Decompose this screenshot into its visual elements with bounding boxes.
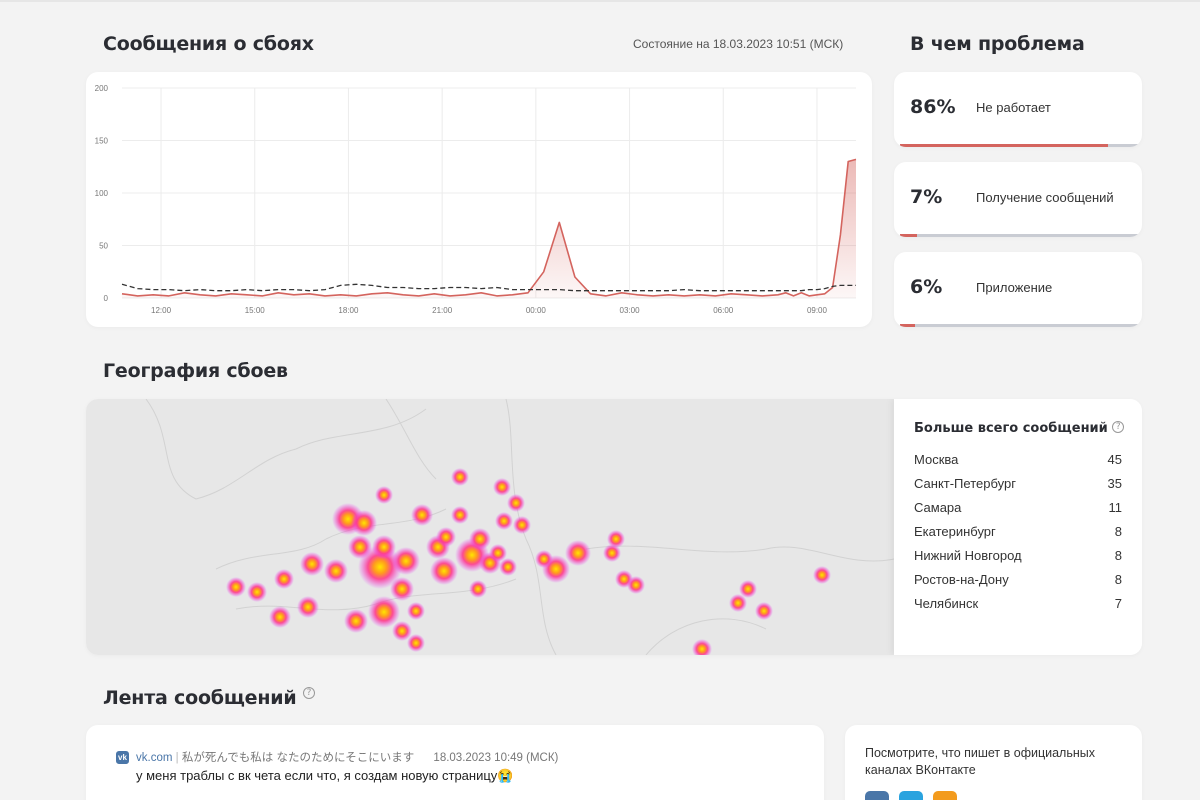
- reports-chart-svg: 0 50 100 150 200 12:00 15:00 18:00 21:00 00:00 03:…: [95, 84, 857, 315]
- feed-title-text: Лента сообщений: [103, 687, 297, 709]
- problem-label: Приложение: [976, 280, 1053, 295]
- feed-item-author[interactable]: 私が死んでも私は なたのためにそこにいます: [182, 752, 414, 764]
- heatmap-svg: [145, 399, 895, 655]
- city-count: 45: [1107, 452, 1122, 467]
- y-tick-label: 50: [99, 242, 108, 251]
- problem-bar-fill: [900, 324, 915, 327]
- x-tick-label: 12:00: [151, 306, 172, 315]
- city-name: Москва: [914, 452, 959, 467]
- x-tick-label: 00:00: [526, 306, 547, 315]
- problem-percent: 6%: [910, 276, 943, 298]
- series-line-reports: [121, 158, 857, 297]
- feed-item-text: у меня траблы с вк чета если что, я созд…: [136, 768, 514, 783]
- city-name: Ростов-на-Дону: [914, 572, 1009, 587]
- series-area: [122, 159, 856, 298]
- top-cities-title-text: Больше всего сообщений: [914, 421, 1108, 436]
- problem-bar-fill: [900, 144, 1109, 147]
- problems-title: В чем проблема: [910, 33, 1085, 55]
- city-row: Самара 11: [914, 500, 1122, 515]
- city-row: Нижний Новгород 8: [914, 548, 1122, 563]
- city-count: 11: [1108, 500, 1123, 515]
- problem-card-messages[interactable]: 7% Получение сообщений: [894, 162, 1142, 237]
- city-row: Москва 45: [914, 452, 1122, 467]
- city-count: 7: [1114, 596, 1122, 611]
- geo-title: География сбоев: [103, 360, 288, 382]
- problem-bar: [900, 144, 1142, 147]
- x-tick-label: 09:00: [807, 306, 828, 315]
- city-name: Нижний Новгород: [914, 548, 1022, 563]
- official-channels-card: Посмотрите, что пишет в официальных кана…: [845, 725, 1142, 800]
- telegram-icon[interactable]: [899, 791, 923, 800]
- y-tick-label: 0: [104, 294, 109, 303]
- x-tick-label: 18:00: [338, 306, 359, 315]
- city-count: 35: [1107, 476, 1122, 491]
- help-icon[interactable]: ?: [1112, 421, 1125, 433]
- problem-bar: [900, 234, 1142, 237]
- feed-item-time: 18.03.2023 10:49 (МСК): [433, 752, 559, 764]
- y-tick-label: 200: [95, 84, 109, 93]
- feed-title: Лента сообщений ?: [103, 687, 315, 709]
- problem-percent: 7%: [910, 186, 943, 208]
- city-row: Ростов-на-Дону 8: [914, 572, 1122, 587]
- reports-title: Сообщения о сбоях: [103, 33, 314, 55]
- x-tick-label: 03:00: [620, 306, 641, 315]
- vk-icon: vk: [116, 751, 129, 764]
- outage-map[interactable]: [86, 399, 895, 655]
- series-line-baseline: [121, 283, 856, 292]
- problem-card-app[interactable]: 6% Приложение: [894, 252, 1142, 327]
- help-icon[interactable]: ?: [302, 687, 315, 699]
- top-cities-title: Больше всего сообщений ?: [914, 421, 1125, 436]
- city-count: 8: [1114, 524, 1122, 539]
- feed-item-meta: vk.com | 私が死んでも私は なたのためにそこにいます 18.03.202…: [136, 749, 558, 765]
- official-channels-text: Посмотрите, что пишет в официальных кана…: [865, 746, 1096, 777]
- outage-map-card: Больше всего сообщений ? Москва 45 Санкт-…: [86, 399, 1142, 655]
- top-cities-panel: Больше всего сообщений ? Москва 45 Санкт-…: [894, 399, 1142, 655]
- x-tick-label: 06:00: [713, 306, 734, 315]
- vk-icon[interactable]: [865, 791, 889, 800]
- y-tick-label: 100: [95, 189, 109, 198]
- meta-separator: |: [175, 752, 179, 764]
- city-name: Самара: [914, 500, 962, 515]
- reports-chart[interactable]: 0 50 100 150 200 12:00 15:00 18:00 21:00 00:00 03:…: [86, 72, 872, 327]
- problem-bar-fill: [900, 234, 917, 237]
- y-tick-label: 150: [95, 137, 109, 146]
- ok-icon[interactable]: [933, 791, 957, 800]
- problem-card-not-working[interactable]: 86% Не работает: [894, 72, 1142, 147]
- problem-percent: 86%: [910, 96, 956, 118]
- feed-list: vk vk.com | 私が死んでも私は なたのためにそこにいます 18.03.…: [86, 725, 824, 800]
- x-tick-label: 15:00: [245, 306, 266, 315]
- x-tick-label: 21:00: [432, 306, 453, 315]
- city-name: Санкт-Петербург: [914, 476, 1016, 491]
- problem-bar: [900, 324, 1142, 327]
- heat-spots: [226, 468, 831, 655]
- problem-label: Не работает: [976, 100, 1051, 115]
- problem-label: Получение сообщений: [976, 190, 1114, 205]
- city-name: Екатеринбург: [914, 524, 996, 539]
- city-row: Челябинск 7: [914, 596, 1122, 611]
- status-timestamp: Состояние на 18.03.2023 10:51 (МСК): [633, 37, 844, 51]
- city-count: 8: [1114, 548, 1122, 563]
- city-row: Санкт-Петербург 35: [914, 476, 1122, 491]
- feed-item-source[interactable]: vk.com: [136, 752, 172, 764]
- city-name: Челябинск: [914, 596, 979, 611]
- city-row: Екатеринбург 8: [914, 524, 1122, 539]
- top-divider: [0, 0, 1200, 2]
- city-count: 8: [1114, 572, 1122, 587]
